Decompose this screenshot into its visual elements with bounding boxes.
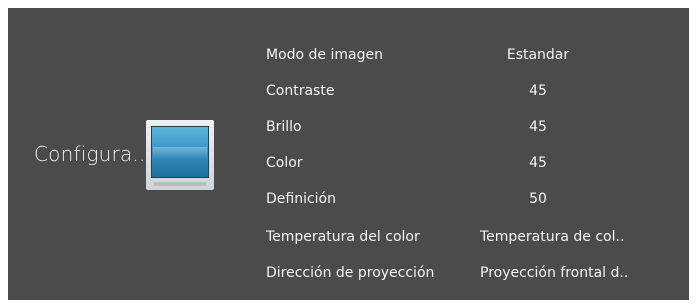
setting-row-brightness[interactable]: Brillo 45 (8, 110, 689, 144)
setting-value[interactable]: 45 (478, 110, 598, 144)
setting-label: Temperatura del color (266, 229, 420, 245)
setting-value[interactable]: Proyección frontal d.. (480, 256, 660, 290)
settings-screen: Configura... Modo de imagen Estandar Con… (8, 8, 689, 300)
setting-label: Dirección de proyección (266, 265, 435, 281)
setting-value[interactable]: Estandar (478, 38, 598, 72)
setting-label: Brillo (266, 119, 302, 135)
setting-label: Color (266, 155, 303, 171)
setting-row-picture-mode[interactable]: Modo de imagen Estandar (8, 38, 689, 72)
setting-row-color[interactable]: Color 45 (8, 146, 689, 180)
setting-row-sharpness[interactable]: Definición 50 (8, 182, 689, 216)
setting-value[interactable]: 50 (478, 182, 598, 216)
setting-row-projection-direction[interactable]: Dirección de proyección Proyección front… (8, 256, 689, 290)
setting-label: Contraste (266, 83, 335, 99)
settings-list: Modo de imagen Estandar Contraste 45 Bri… (8, 8, 689, 300)
setting-row-color-temperature[interactable]: Temperatura del color Temperatura de col… (8, 220, 689, 254)
setting-value[interactable]: 45 (478, 146, 598, 180)
setting-value[interactable]: 45 (478, 74, 598, 108)
setting-label: Modo de imagen (266, 47, 383, 63)
setting-label: Definición (266, 191, 336, 207)
setting-row-contrast[interactable]: Contraste 45 (8, 74, 689, 108)
setting-value[interactable]: Temperatura de col.. (480, 220, 660, 254)
